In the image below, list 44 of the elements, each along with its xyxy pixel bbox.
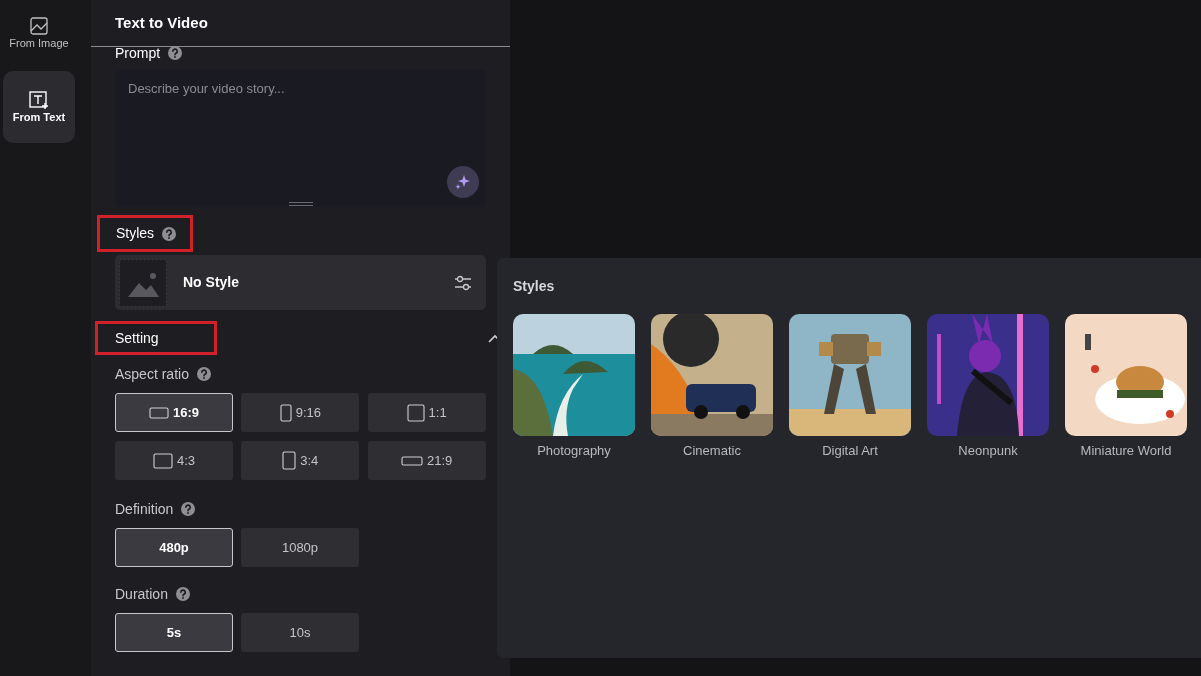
image-icon xyxy=(30,17,48,35)
option-button[interactable]: 480p xyxy=(115,528,233,567)
style-option[interactable]: Cinematic xyxy=(651,314,773,461)
help-icon[interactable] xyxy=(175,587,190,601)
ratio-icon xyxy=(152,452,173,469)
option-button[interactable]: 1080p xyxy=(241,528,359,567)
section-label: Styles xyxy=(116,224,155,243)
style-option[interactable]: Miniature World xyxy=(1065,314,1187,461)
style-option[interactable]: Photography xyxy=(513,314,635,461)
help-icon[interactable] xyxy=(181,502,196,516)
style-option[interactable]: Digital Art xyxy=(789,314,911,461)
mode-tab[interactable]: From Text xyxy=(3,71,75,143)
option-button[interactable]: 21:9 xyxy=(367,441,486,480)
section-label: Definition xyxy=(115,499,174,519)
text-icon xyxy=(29,90,49,109)
popover-title: Styles xyxy=(513,277,556,296)
style-selector[interactable]: No Style xyxy=(115,255,486,310)
ratio-icon xyxy=(282,451,297,470)
section-label: Aspect ratio xyxy=(115,364,189,384)
section-label: Prompt xyxy=(115,43,161,63)
style-option[interactable]: Neonpunk xyxy=(927,314,1049,461)
option-button[interactable]: 10s xyxy=(241,613,359,652)
sliders-icon xyxy=(454,274,472,291)
option-button[interactable]: 3:4 xyxy=(241,441,360,480)
section-label: Duration xyxy=(115,584,168,604)
panel-title: Text to Video xyxy=(115,12,208,33)
option-button[interactable]: 4:3 xyxy=(115,441,233,480)
resize-handle-icon xyxy=(289,202,313,206)
image-placeholder-icon xyxy=(119,258,167,307)
ratio-icon xyxy=(149,406,169,419)
sparkle-button[interactable] xyxy=(447,166,479,198)
ratio-icon xyxy=(401,455,423,466)
help-icon[interactable] xyxy=(196,367,211,381)
ratio-icon xyxy=(279,403,292,422)
option-button[interactable]: 9:16 xyxy=(241,393,360,432)
option-button[interactable]: 16:9 xyxy=(115,393,233,432)
mode-tab[interactable]: From Image xyxy=(3,0,75,68)
help-icon[interactable] xyxy=(168,46,183,60)
option-button[interactable]: 5s xyxy=(115,613,233,652)
section-title: Setting xyxy=(115,328,159,348)
option-button[interactable]: 1:1 xyxy=(367,393,486,432)
help-icon[interactable] xyxy=(162,226,177,241)
ratio-icon xyxy=(406,403,425,422)
prompt-field[interactable]: Describe your video story... xyxy=(115,69,486,207)
